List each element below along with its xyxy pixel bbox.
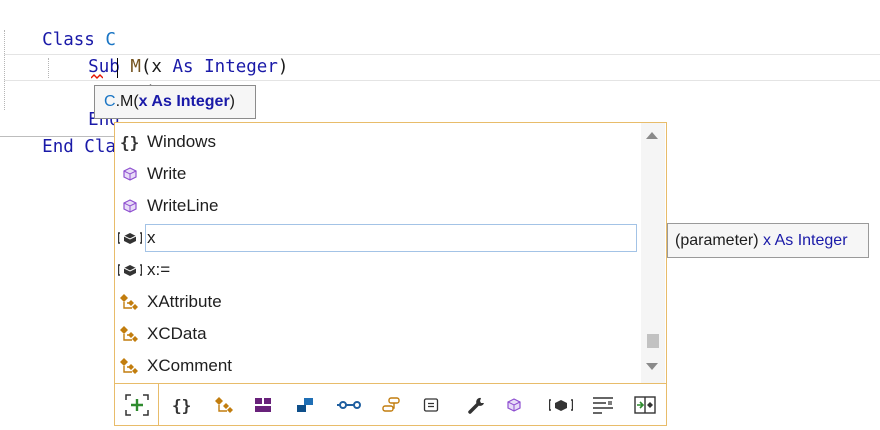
svg-text:{}: {} xyxy=(172,396,191,414)
scroll-down-arrow-icon[interactable] xyxy=(646,363,658,370)
text-caret xyxy=(117,58,118,78)
signature-current-parameter: x As Integer xyxy=(138,93,230,110)
keyword: As xyxy=(172,57,194,77)
completion-item-label: x:= xyxy=(147,260,171,279)
snippet-icon xyxy=(593,397,613,414)
extension-method-icon xyxy=(634,396,656,414)
paren: ) xyxy=(277,57,289,77)
scroll-up-arrow-icon[interactable] xyxy=(646,132,658,139)
filter-properties-button[interactable] xyxy=(462,384,492,426)
completion-item-label: Windows xyxy=(147,132,216,151)
code-line-class[interactable]: Class C xyxy=(0,0,116,50)
filter-delegates-button[interactable] xyxy=(334,384,364,426)
delegate-icon xyxy=(337,401,361,409)
signature-method: .M( xyxy=(115,93,139,110)
completion-item-label: XAttribute xyxy=(147,292,222,311)
completion-item[interactable]: x:= xyxy=(115,254,639,286)
namespace-icon: {} xyxy=(117,126,143,158)
enum-icon xyxy=(297,398,313,412)
filter-parameters-button[interactable] xyxy=(546,384,576,426)
namespace-icon: {} xyxy=(172,396,191,414)
completion-item-selected[interactable]: x xyxy=(115,222,639,254)
method-icon xyxy=(507,398,521,412)
selection-box xyxy=(145,224,637,252)
filter-classes-button[interactable] xyxy=(210,384,240,426)
parameter-icon xyxy=(117,222,143,254)
method-separator xyxy=(0,136,116,137)
class-icon xyxy=(117,286,143,318)
filter-methods-button[interactable] xyxy=(499,384,529,426)
completion-item[interactable]: {} Windows xyxy=(115,126,639,158)
scroll-thumb[interactable] xyxy=(647,334,659,348)
completion-item-label: XComment xyxy=(147,356,233,375)
type-keyword: Integer xyxy=(204,57,278,77)
svg-text:{}: {} xyxy=(120,133,139,151)
class-icon xyxy=(117,318,143,350)
structure-icon xyxy=(255,398,271,412)
signature-close-paren: ) xyxy=(229,93,235,110)
completion-item[interactable]: XCData xyxy=(115,318,639,350)
expand-add-icon xyxy=(124,394,149,416)
completion-item-label: WriteLine xyxy=(147,196,219,215)
vertical-scrollbar[interactable] xyxy=(641,123,665,383)
parameter-tooltip: (parameter) x As Integer xyxy=(667,223,869,258)
completion-item[interactable]: XAttribute xyxy=(115,286,639,318)
completion-item[interactable]: Write xyxy=(115,158,639,190)
signature-help-popup[interactable]: C.M(x As Integer) xyxy=(94,85,256,119)
wrench-icon xyxy=(468,397,484,414)
module-icon xyxy=(423,398,439,412)
class-icon xyxy=(215,397,233,413)
filter-enums-button[interactable] xyxy=(290,384,320,426)
named-parameter-icon xyxy=(117,254,143,286)
completion-item[interactable]: WriteLine xyxy=(115,190,639,222)
completion-item[interactable]: XComment xyxy=(115,350,639,382)
completion-item-label: Write xyxy=(147,164,187,183)
code-line-sub[interactable]: Sub M(x As Integer) xyxy=(46,27,288,77)
filter-namespaces-button[interactable]: {} xyxy=(167,384,197,426)
method-icon xyxy=(117,158,143,190)
filter-interfaces-button[interactable] xyxy=(376,384,406,426)
tooltip-signature: x As Integer xyxy=(763,232,848,249)
method-icon xyxy=(117,190,143,222)
filter-structures-button[interactable] xyxy=(248,384,278,426)
completion-item-label: x xyxy=(147,228,156,247)
filter-extension-methods-button[interactable] xyxy=(630,384,660,426)
class-icon xyxy=(117,350,143,382)
expander-button[interactable] xyxy=(115,384,159,426)
completion-filter-toolbar: {} xyxy=(115,383,666,426)
completion-list[interactable]: {} Windows Write WriteLine x x:= XAttrib… xyxy=(115,123,639,383)
filter-snippets-button[interactable] xyxy=(588,384,618,426)
filter-modules-button[interactable] xyxy=(416,384,446,426)
completion-item-label: XCData xyxy=(147,324,207,343)
completion-list-popup[interactable]: {} Windows Write WriteLine x x:= XAttrib… xyxy=(114,122,667,426)
interface-icon xyxy=(382,397,400,412)
signature-class: C xyxy=(104,93,116,110)
tooltip-kind: (parameter) xyxy=(675,232,764,249)
parameter-icon xyxy=(549,399,573,411)
